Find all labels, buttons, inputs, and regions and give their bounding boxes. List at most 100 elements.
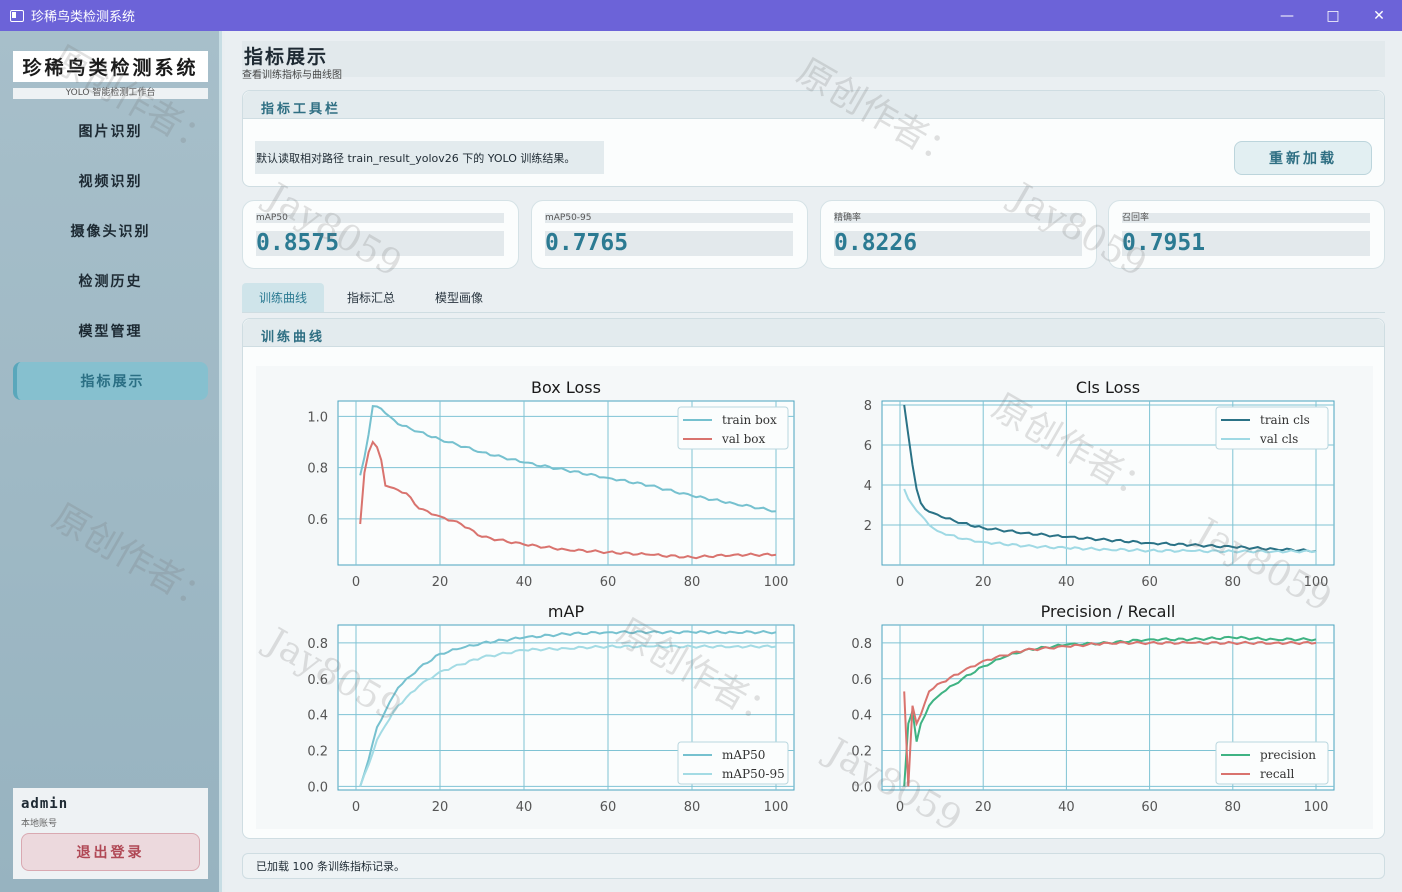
page-title: 指标展示 bbox=[244, 46, 329, 68]
x-tick-label: 40 bbox=[1058, 575, 1075, 590]
x-tick-label: 0 bbox=[352, 575, 360, 590]
nav-detect-history[interactable]: 检测历史 bbox=[13, 262, 208, 300]
chart-title: mAP bbox=[548, 602, 585, 621]
x-tick-label: 40 bbox=[516, 575, 533, 590]
metric-label: mAP50 bbox=[256, 213, 504, 223]
tab-underline bbox=[242, 312, 1385, 313]
x-tick-label: 100 bbox=[764, 575, 789, 590]
page-header: 指标展示 查看训练指标与曲线图 bbox=[242, 41, 1385, 81]
y-tick-label: 8 bbox=[864, 399, 872, 414]
x-tick-label: 40 bbox=[516, 800, 533, 815]
y-tick-label: 0.4 bbox=[851, 709, 872, 724]
nav-model-manage[interactable]: 模型管理 bbox=[13, 312, 208, 350]
x-tick-label: 40 bbox=[1058, 800, 1075, 815]
x-tick-label: 80 bbox=[1225, 800, 1242, 815]
metric-value: 0.7951 bbox=[1122, 231, 1370, 256]
y-tick-label: 0.6 bbox=[307, 513, 328, 528]
metric-card-recall: 召回率 0.7951 bbox=[1108, 200, 1385, 269]
x-tick-label: 60 bbox=[1141, 575, 1158, 590]
legend-label: mAP50-95 bbox=[722, 767, 785, 781]
logout-button[interactable]: 退出登录 bbox=[21, 833, 200, 871]
y-tick-label: 6 bbox=[864, 439, 872, 454]
x-tick-label: 100 bbox=[1304, 575, 1329, 590]
metric-value: 0.8226 bbox=[834, 231, 1082, 256]
x-tick-label: 20 bbox=[432, 575, 449, 590]
nav-image-detect[interactable]: 图片识别 bbox=[13, 112, 208, 150]
tab-model-profile[interactable]: 模型画像 bbox=[418, 283, 500, 312]
y-tick-label: 0.8 bbox=[851, 637, 872, 652]
legend-label: train box bbox=[722, 413, 777, 427]
metric-value: 0.7765 bbox=[545, 231, 793, 256]
metric-card-map50-95: mAP50-95 0.7765 bbox=[531, 200, 808, 269]
x-tick-label: 100 bbox=[1304, 800, 1329, 815]
status-bar: 已加载 100 条训练指标记录。 bbox=[242, 853, 1385, 879]
metric-value: 0.8575 bbox=[256, 231, 504, 256]
metric-label: 精确率 bbox=[834, 213, 1082, 223]
y-tick-label: 0.0 bbox=[851, 780, 872, 795]
x-tick-label: 0 bbox=[896, 800, 904, 815]
page-subtitle: 查看训练指标与曲线图 bbox=[242, 70, 342, 81]
close-icon[interactable]: ✕ bbox=[1356, 0, 1402, 31]
x-tick-label: 80 bbox=[1225, 575, 1242, 590]
chart-title: Cls Loss bbox=[1076, 378, 1140, 397]
x-tick-label: 0 bbox=[352, 800, 360, 815]
metric-label: mAP50-95 bbox=[545, 213, 793, 223]
x-tick-label: 80 bbox=[684, 575, 701, 590]
brand-title: 珍稀鸟类检测系统 bbox=[13, 51, 208, 82]
x-tick-label: 60 bbox=[1141, 800, 1158, 815]
x-tick-label: 60 bbox=[600, 800, 617, 815]
y-tick-label: 0.8 bbox=[307, 462, 328, 477]
sidebar: 珍稀鸟类检测系统 YOLO 智能检测工作台 图片识别 视频识别 摄像头识别 检测… bbox=[0, 31, 222, 892]
chart-title: Box Loss bbox=[531, 378, 601, 397]
x-tick-label: 20 bbox=[975, 575, 992, 590]
x-tick-label: 0 bbox=[896, 575, 904, 590]
x-tick-label: 20 bbox=[432, 800, 449, 815]
toolbar-note: 默认读取相对路径 train_result_yolov26 下的 YOLO 训练… bbox=[255, 141, 604, 174]
chart-title: Precision / Recall bbox=[1041, 602, 1176, 621]
legend-label: recall bbox=[1260, 767, 1295, 781]
tab-training-curves[interactable]: 训练曲线 bbox=[242, 283, 324, 312]
y-tick-label: 0.0 bbox=[307, 780, 328, 795]
nav-video-detect[interactable]: 视频识别 bbox=[13, 162, 208, 200]
y-tick-label: 0.2 bbox=[851, 745, 872, 760]
y-tick-label: 2 bbox=[864, 519, 872, 534]
brand: 珍稀鸟类检测系统 YOLO 智能检测工作台 bbox=[13, 51, 208, 99]
user-account-type: 本地账号 bbox=[21, 819, 58, 829]
nav-metrics[interactable]: 指标展示 bbox=[13, 362, 208, 400]
legend-label: train cls bbox=[1260, 413, 1310, 427]
user-panel: admin 本地账号 退出登录 bbox=[13, 788, 208, 879]
charts-svg: Box Loss0 20 40 60 80 1000.60.81.0 train boxva… bbox=[307, 378, 1335, 815]
y-tick-label: 0.6 bbox=[307, 673, 328, 688]
y-tick-label: 4 bbox=[864, 479, 872, 494]
main-content: 指标展示 查看训练指标与曲线图 指标工具栏 默认读取相对路径 train_res… bbox=[225, 31, 1402, 892]
curves-header: 训练曲线 bbox=[261, 330, 326, 345]
charts-area: Box Loss 0 20 40 60 80 100 0.6 0.8 1.0 train box va… bbox=[256, 366, 1373, 829]
user-name: admin bbox=[21, 796, 69, 812]
legend-label: precision bbox=[1260, 748, 1316, 762]
metric-card-precision: 精确率 0.8226 bbox=[820, 200, 1097, 269]
x-tick-label: 80 bbox=[684, 800, 701, 815]
curves-panel: 训练曲线 Box Loss 0 20 40 60 80 100 0.6 0.8 1.0 train … bbox=[242, 318, 1385, 839]
reload-button[interactable]: 重新加载 bbox=[1234, 141, 1372, 175]
y-tick-label: 1.0 bbox=[307, 410, 328, 425]
title-bar: 珍稀鸟类检测系统 — □ ✕ bbox=[0, 0, 1402, 31]
window-title: 珍稀鸟类检测系统 bbox=[31, 10, 136, 25]
legend-label: val box bbox=[721, 432, 765, 446]
legend-label: mAP50 bbox=[722, 748, 765, 762]
nav-camera-detect[interactable]: 摄像头识别 bbox=[13, 212, 208, 250]
legend-label: val cls bbox=[1259, 432, 1298, 446]
app-icon bbox=[10, 9, 24, 22]
tab-metrics-summary[interactable]: 指标汇总 bbox=[330, 283, 412, 312]
x-tick-label: 20 bbox=[975, 800, 992, 815]
metric-label: 召回率 bbox=[1122, 213, 1370, 223]
y-tick-label: 0.8 bbox=[307, 637, 328, 652]
maximize-icon[interactable]: □ bbox=[1310, 0, 1356, 31]
brand-subtitle: YOLO 智能检测工作台 bbox=[13, 88, 208, 99]
y-tick-label: 0.4 bbox=[307, 709, 328, 724]
minimize-icon[interactable]: — bbox=[1264, 0, 1310, 31]
y-tick-label: 0.2 bbox=[307, 745, 328, 760]
x-tick-label: 100 bbox=[764, 800, 789, 815]
toolbar-panel: 指标工具栏 默认读取相对路径 train_result_yolov26 下的 Y… bbox=[242, 90, 1385, 187]
metric-card-map50: mAP50 0.8575 bbox=[242, 200, 519, 269]
x-tick-label: 60 bbox=[600, 575, 617, 590]
